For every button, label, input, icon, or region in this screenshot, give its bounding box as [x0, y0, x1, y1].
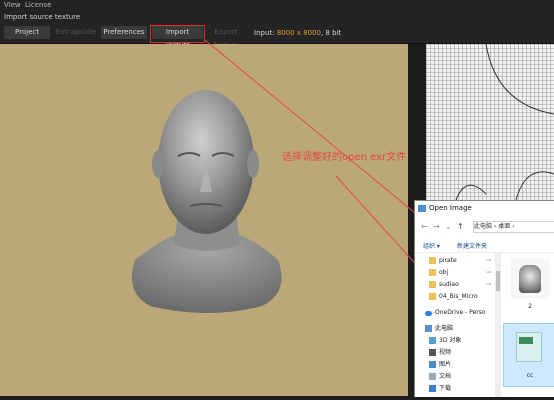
- open-image-dialog: Open Image ← → ⌄ ↑ 此电脑 › 桌面 › 组织 ▾ 新建文件夹…: [414, 200, 554, 397]
- folder-icon: [429, 269, 436, 276]
- dialog-title-bar: Open Image: [415, 201, 554, 217]
- video-icon: [429, 349, 436, 356]
- cloud-icon: [425, 311, 432, 316]
- download-icon: [429, 385, 436, 392]
- command-bar: 组织 ▾ 新建文件夹: [415, 238, 554, 253]
- pin-icon: ⊸: [485, 257, 491, 264]
- nav-item-downloads[interactable]: 下载: [415, 383, 493, 395]
- folder-icon: [429, 257, 436, 264]
- dialog-title: Open Image: [429, 204, 472, 212]
- nav-item-sudiao[interactable]: sudiao ⊸: [415, 279, 493, 291]
- forward-arrow-icon[interactable]: →: [433, 222, 440, 231]
- exr-file-icon: [516, 332, 542, 362]
- nav-item-pictures[interactable]: 图片: [415, 359, 493, 371]
- file-name-2: 2: [528, 303, 532, 310]
- 3d-objects-icon: [429, 337, 436, 344]
- nav-item-04-bis-micro[interactable]: 04_Bis_Micro: [415, 291, 493, 303]
- exr-file-tag: [519, 337, 533, 344]
- picture-icon: [429, 361, 436, 368]
- new-folder-button[interactable]: 新建文件夹: [457, 241, 487, 250]
- nav-item-documents[interactable]: 文档: [415, 371, 493, 383]
- nav-item-videos[interactable]: 视频: [415, 347, 493, 359]
- up-arrow-icon[interactable]: ↑: [457, 222, 464, 231]
- file-item-2[interactable]: [511, 259, 549, 299]
- nav-item-onedrive[interactable]: OneDrive - Perso: [415, 307, 493, 319]
- pin-icon: ⊸: [485, 281, 491, 288]
- navigation-pane: pirate ⊸ obj ⊸ sudiao ⊸ 04_Bis_Micro OneDri…: [415, 253, 493, 397]
- scrollbar-thumb[interactable]: [496, 271, 500, 291]
- document-icon: [429, 373, 436, 380]
- back-arrow-icon[interactable]: ←: [421, 222, 428, 231]
- arrow-line-to-dialog: [204, 39, 427, 223]
- address-bar[interactable]: 此电脑 › 桌面 ›: [473, 221, 554, 233]
- organize-button[interactable]: 组织 ▾: [423, 241, 440, 250]
- chevron-down-icon[interactable]: ⌄: [445, 222, 452, 231]
- address-path: 此电脑 › 桌面 ›: [474, 223, 515, 230]
- computer-icon: [425, 325, 432, 332]
- image-app-icon: [418, 205, 426, 212]
- nav-item-this-pc[interactable]: 此电脑: [415, 323, 493, 335]
- folder-icon: [429, 293, 436, 300]
- image-thumbnail-icon: [519, 265, 541, 293]
- file-list: 2 cc: [501, 253, 554, 397]
- nav-item-3d-objects[interactable]: 3D 对象: [415, 335, 493, 347]
- file-name-cc: cc: [526, 372, 534, 379]
- pin-icon: ⊸: [485, 269, 491, 276]
- dialog-nav-row: ← → ⌄ ↑ 此电脑 › 桌面 ›: [415, 217, 554, 237]
- folder-icon: [429, 281, 436, 288]
- nav-item-obj[interactable]: obj ⊸: [415, 267, 493, 279]
- file-item-cc[interactable]: cc: [503, 323, 554, 387]
- nav-item-pirate[interactable]: pirate ⊸: [415, 255, 493, 267]
